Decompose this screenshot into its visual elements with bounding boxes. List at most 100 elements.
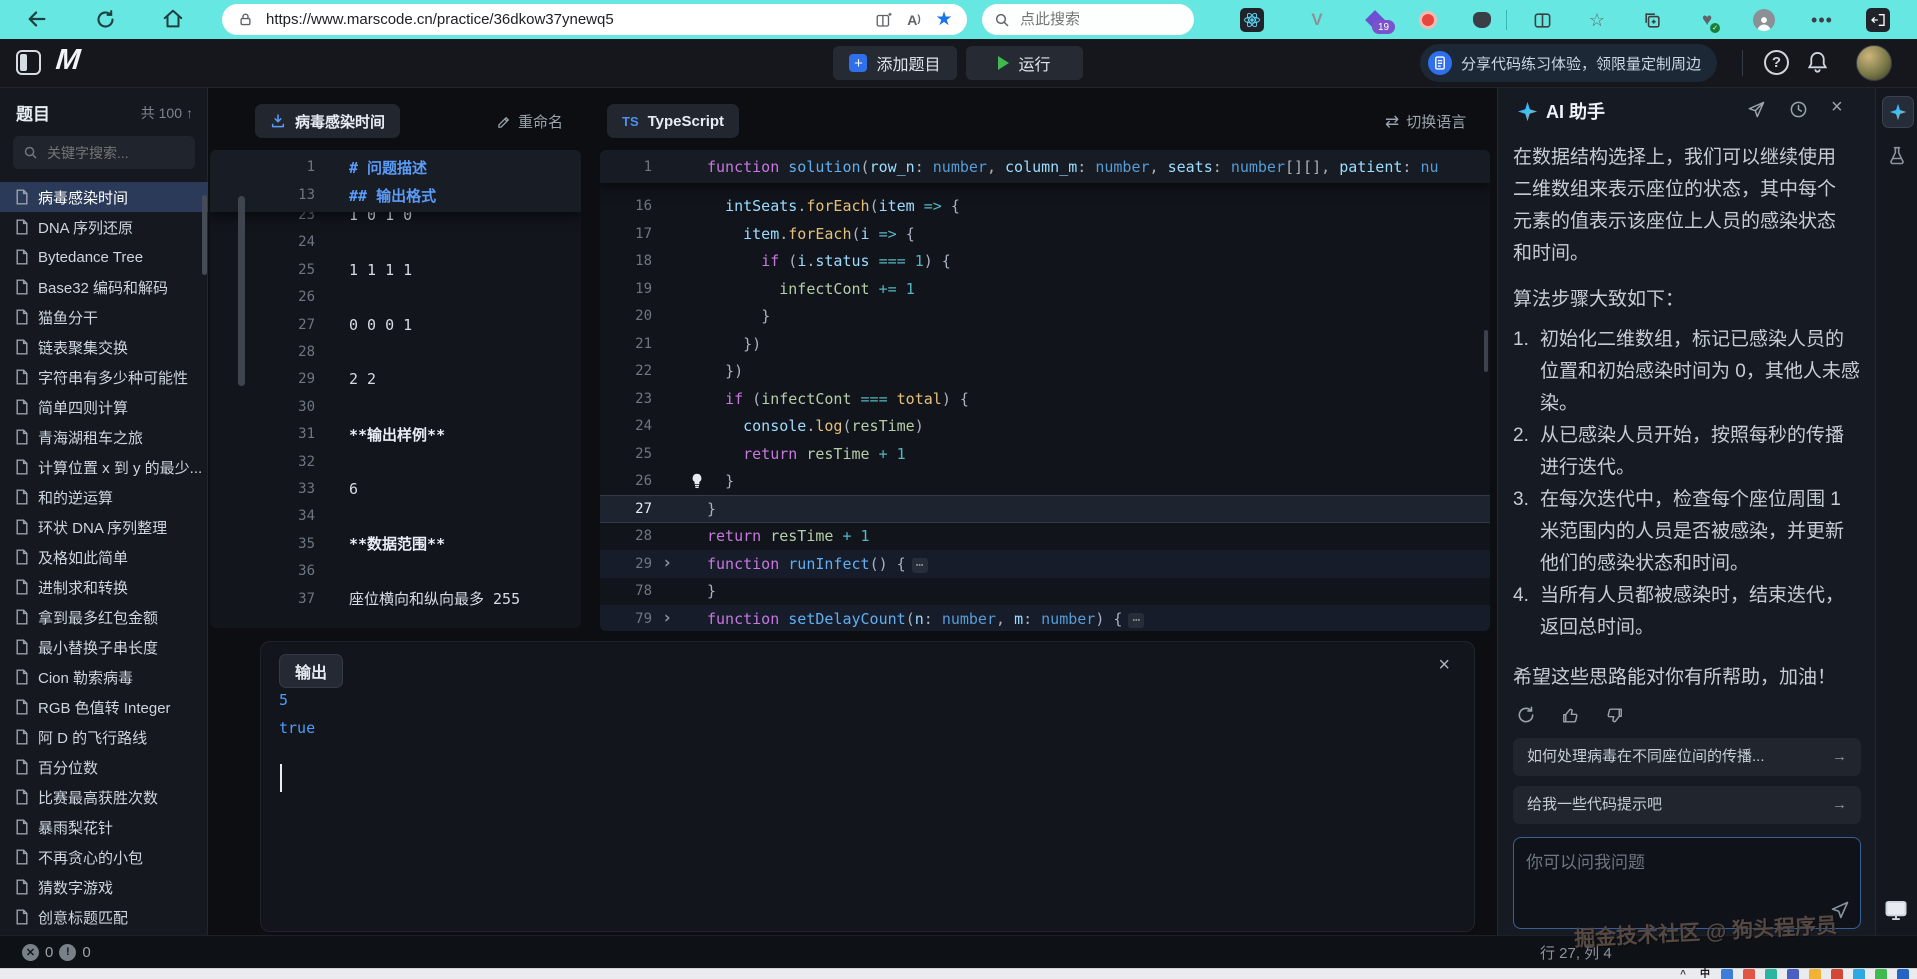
markdown-line[interactable]: 292 2 — [210, 365, 581, 393]
sidebar-item[interactable]: Cion 勒索病毒 — [0, 662, 208, 692]
red-circle-extension-icon[interactable] — [1416, 8, 1440, 32]
sidebar-item[interactable]: 百分位数 — [0, 752, 208, 782]
markdown-line[interactable]: 31**输出样例** — [210, 420, 581, 448]
markdown-line[interactable]: 26 — [210, 283, 581, 311]
screen-share-icon[interactable] — [1884, 900, 1908, 921]
rename-button[interactable]: 重命名 — [497, 111, 563, 132]
dark-extension-icon[interactable] — [1470, 8, 1494, 32]
language-tab[interactable]: TS TypeScript — [607, 104, 739, 138]
sidebar-scrollbar[interactable] — [202, 195, 207, 275]
sidebar-item[interactable]: 不再贪心的小包 — [0, 842, 208, 872]
share-promo-banner[interactable]: 分享代码练习体验，领限量定制周边 — [1420, 44, 1717, 82]
sidebar-item[interactable]: 计算位置 x 到 y 的最少... — [0, 452, 208, 482]
tray-app-teal[interactable] — [1765, 969, 1777, 979]
sidebar-item[interactable]: Bytedance Tree — [0, 242, 208, 272]
sidebar-item[interactable]: 和的逆运算 — [0, 482, 208, 512]
favorites-collections-icon[interactable]: ☆ — [1585, 8, 1609, 32]
tray-app-crimson[interactable] — [1831, 969, 1843, 979]
code-line[interactable]: 1function solution(row_n: number, column… — [600, 153, 1490, 181]
code-line[interactable]: 24 console.log(resTime) — [600, 412, 1490, 440]
ai-close-icon[interactable]: × — [1831, 96, 1843, 119]
code-editor-scrollbar[interactable] — [1484, 330, 1488, 372]
problem-markdown-editor[interactable]: 231 0 1 024251 1 1 126270 0 0 128292 230… — [210, 150, 581, 628]
sidebar-item[interactable]: 创意标题匹配 — [0, 902, 208, 932]
markdown-line[interactable]: 37座位横向和纵向最多 255 — [210, 585, 581, 613]
split-screen-icon[interactable] — [1530, 8, 1554, 32]
address-bar[interactable]: A) ★ — [222, 4, 967, 35]
ai-suggestion-chip[interactable]: 如何处理病毒在不同座位间的传播... → — [1513, 738, 1861, 776]
react-devtools-extension-icon[interactable] — [1240, 8, 1264, 32]
run-button[interactable]: 运行 — [966, 46, 1083, 80]
code-line[interactable]: 26 } — [600, 467, 1490, 495]
browser-search-input[interactable] — [1018, 10, 1221, 29]
collapse-sidebar-icon[interactable] — [16, 50, 41, 75]
sidebar-item[interactable]: RGB 色值转 Integer — [0, 692, 208, 722]
sidebar-item[interactable]: 猫鱼分干 — [0, 302, 208, 332]
tray-ime-chinese[interactable]: 中 — [1699, 969, 1711, 979]
user-avatar[interactable] — [1856, 45, 1892, 81]
code-line[interactable]: 23 if (infectCont === total) { — [600, 385, 1490, 413]
markdown-line[interactable]: 13## 输出格式 — [210, 181, 581, 209]
code-line[interactable]: 18 if (i.status === 1) { — [600, 247, 1490, 275]
markdown-line[interactable]: 28 — [210, 338, 581, 366]
marscode-logo[interactable]: M — [54, 44, 82, 77]
sidebar-item[interactable]: 最小替换子串长度 — [0, 632, 208, 662]
code-line[interactable]: 16 intSeats.forEach(item => { — [600, 192, 1490, 220]
regenerate-icon[interactable] — [1513, 702, 1539, 728]
close-icon[interactable]: × — [1438, 654, 1450, 677]
sidebar-item[interactable]: 简单四则计算 — [0, 392, 208, 422]
code-line[interactable]: 17 item.forEach(i => { — [600, 220, 1490, 248]
help-icon[interactable]: ? — [1764, 50, 1789, 75]
tray-app-indigo[interactable] — [1787, 969, 1799, 979]
code-line[interactable]: 25 return resTime + 1 — [600, 440, 1490, 468]
markdown-line[interactable]: 24 — [210, 228, 581, 256]
code-editor[interactable]: 16 intSeats.forEach(item => {17 item.for… — [600, 150, 1490, 631]
fold-arrow-icon[interactable]: › — [662, 555, 672, 572]
split-tab-icon[interactable] — [873, 9, 895, 31]
sidebar-item[interactable]: 暴雨梨花针 — [0, 812, 208, 842]
code-line[interactable]: 22 }) — [600, 357, 1490, 385]
thumbs-down-icon[interactable] — [1601, 702, 1627, 728]
markdown-line[interactable]: 32 — [210, 448, 581, 476]
markdown-line[interactable]: 336 — [210, 475, 581, 503]
sidebar-item[interactable]: 青海湖租车之旅 — [0, 422, 208, 452]
code-line[interactable]: 28return resTime + 1 — [600, 522, 1490, 550]
tray-app-navy[interactable] — [1897, 969, 1909, 979]
code-line[interactable]: 78} — [600, 577, 1490, 605]
browser-search-box[interactable] — [982, 4, 1194, 35]
problem-tab[interactable]: 病毒感染时间 — [255, 104, 400, 138]
folded-code-ellipsis[interactable]: ⋯ — [1128, 613, 1144, 628]
output-console[interactable]: 5 true — [279, 686, 315, 742]
sidebar-item[interactable]: 病毒感染时间 — [0, 182, 208, 212]
folded-code-ellipsis[interactable]: ⋯ — [912, 558, 928, 573]
code-line[interactable]: 21 }) — [600, 330, 1490, 358]
sidebar-item[interactable]: 链表聚集交换 — [0, 332, 208, 362]
code-line[interactable]: 19 infectCont += 1 — [600, 275, 1490, 303]
browser-menu-icon[interactable]: ••• — [1810, 8, 1834, 32]
sidebar-item[interactable]: 拿到最多红包金额 — [0, 602, 208, 632]
markdown-line[interactable]: 270 0 0 1 — [210, 311, 581, 339]
sidebar-panel-icon[interactable] — [1866, 8, 1890, 32]
code-line[interactable]: 27} — [600, 495, 1490, 523]
browser-profile-avatar[interactable] — [1752, 8, 1776, 32]
notifications-bell-icon[interactable] — [1806, 50, 1829, 75]
sidebar-item[interactable]: 比赛最高获胜次数 — [0, 782, 208, 812]
markdown-line[interactable]: 30 — [210, 393, 581, 421]
url-input[interactable] — [264, 10, 865, 29]
ai-assistant-toggle-button[interactable] — [1882, 96, 1914, 128]
code-line[interactable]: 20 } — [600, 302, 1490, 330]
add-problem-button[interactable]: + 添加题目 — [833, 46, 957, 80]
sidebar-item[interactable]: Base32 编码和解码 — [0, 272, 208, 302]
tray-app-skyblue[interactable] — [1853, 969, 1865, 979]
problems-indicator[interactable]: ✕ 0 ! 0 — [22, 936, 91, 968]
ai-share-icon[interactable] — [1747, 100, 1766, 119]
sidebar-item[interactable]: DNA 序列还原 — [0, 212, 208, 242]
tray-app-blue[interactable] — [1721, 969, 1733, 979]
code-line[interactable]: 79›function setDelayCount(n: number, m: … — [600, 605, 1490, 632]
sidebar-item[interactable]: 环状 DNA 序列整理 — [0, 512, 208, 542]
ai-history-icon[interactable] — [1789, 100, 1808, 119]
thumbs-up-icon[interactable] — [1557, 702, 1583, 728]
markdown-line[interactable]: 1# 问题描述 — [210, 153, 581, 181]
switch-language-button[interactable]: ⇄ 切换语言 — [1385, 111, 1466, 132]
back-icon[interactable] — [24, 6, 50, 32]
